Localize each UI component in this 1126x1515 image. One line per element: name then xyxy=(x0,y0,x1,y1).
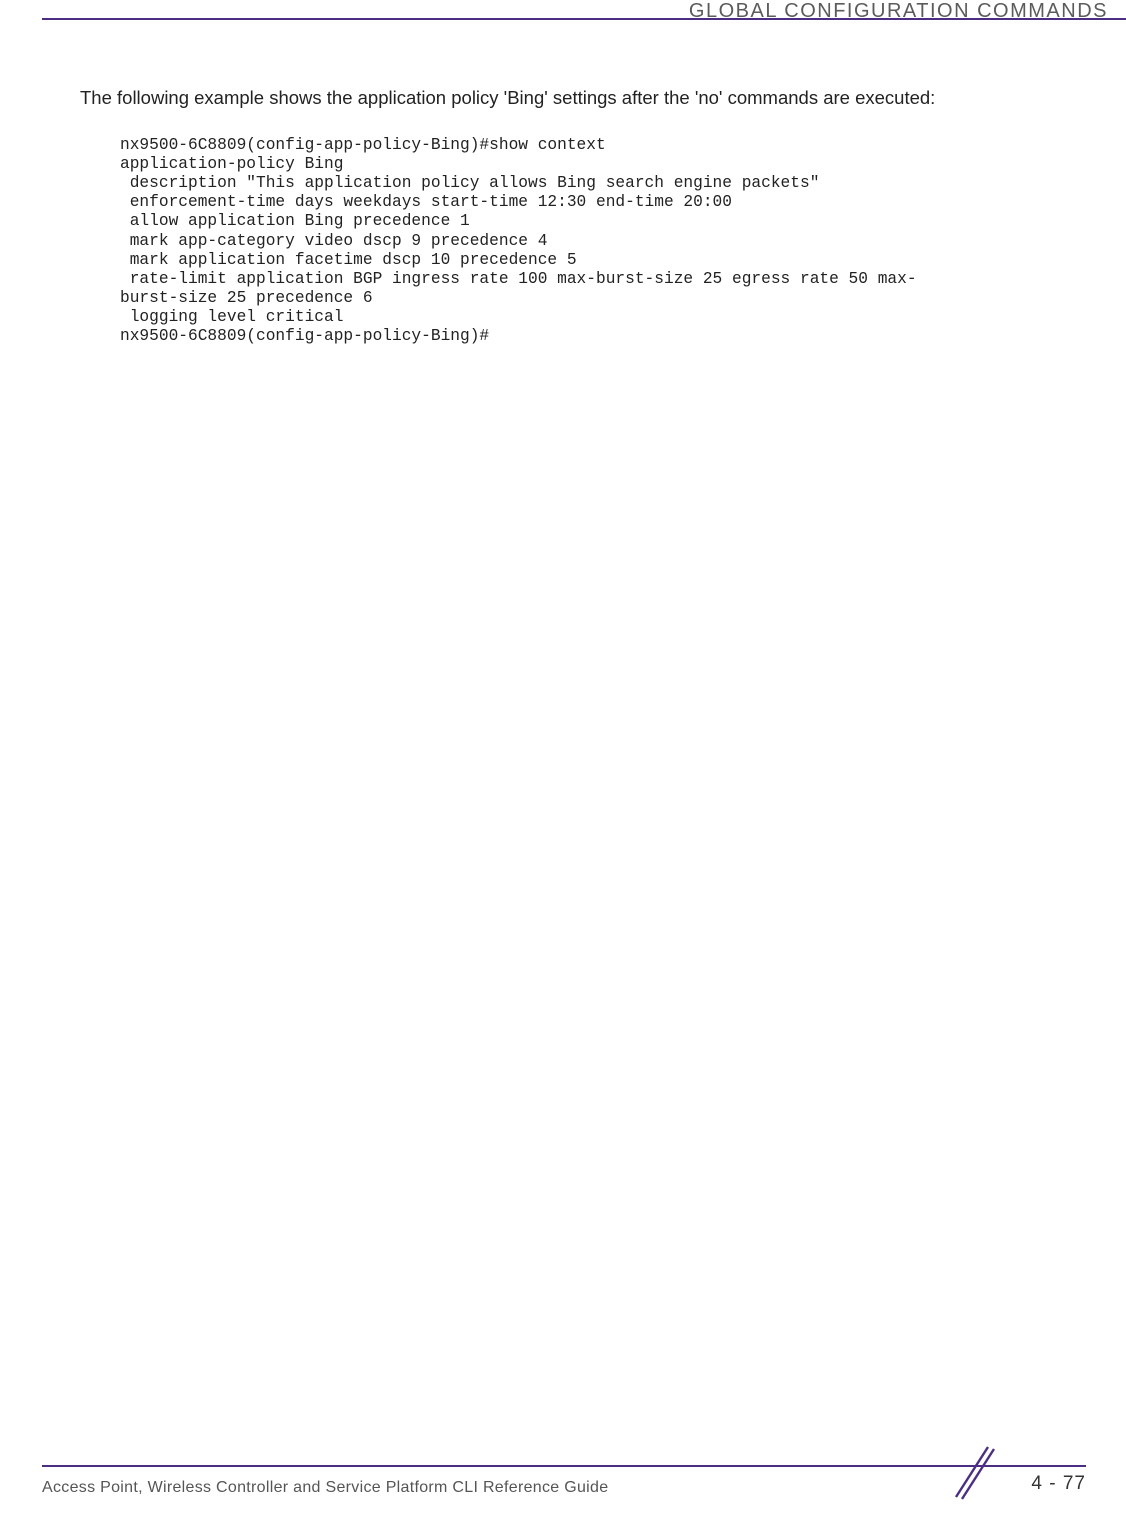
slash-icon xyxy=(948,1443,998,1503)
code-block: nx9500-6C8809(config-app-policy-Bing)#sh… xyxy=(120,136,1096,346)
page-container: GLOBAL CONFIGURATION COMMANDS The follow… xyxy=(0,0,1126,1515)
footer-rule xyxy=(42,1465,1086,1467)
footer-page-box: 4 - 77 xyxy=(956,1461,1086,1503)
page-number: 4 - 77 xyxy=(1031,1473,1086,1495)
header-rule xyxy=(42,18,1126,20)
intro-paragraph: The following example shows the applicat… xyxy=(80,86,1086,111)
footer-text: Access Point, Wireless Controller and Se… xyxy=(42,1479,608,1497)
